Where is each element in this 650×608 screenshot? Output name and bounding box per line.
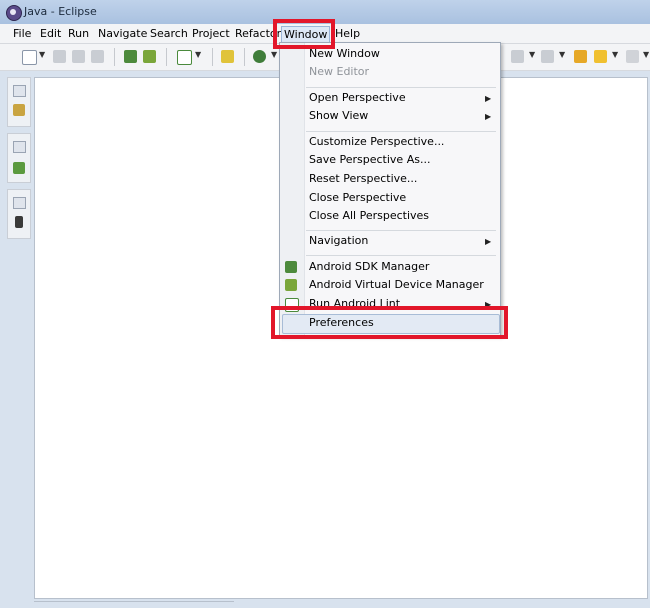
menu-separator — [306, 255, 496, 256]
menu-item-navigation[interactable]: Navigation — [309, 233, 368, 249]
submenu-arrow-icon: ▶ — [485, 112, 492, 121]
toolbar-separator — [114, 48, 115, 66]
menu-edit[interactable]: Edit — [38, 26, 63, 41]
toolbar-separator — [244, 48, 245, 66]
avd-manager-icon — [285, 279, 297, 291]
restore-icon[interactable] — [13, 197, 26, 209]
trim-stack-explorer — [7, 77, 31, 127]
lint-check-icon[interactable] — [177, 50, 192, 65]
new-icon[interactable] — [22, 50, 37, 65]
avd-manager-icon[interactable] — [143, 50, 156, 63]
menu-item-open-perspective[interactable]: Open Perspective — [309, 90, 406, 106]
chevron-down-icon[interactable]: ▼ — [529, 50, 535, 59]
chevron-down-icon[interactable]: ▼ — [559, 50, 565, 59]
annotation-preferences — [271, 306, 508, 339]
eclipse-icon — [6, 5, 22, 21]
restore-icon[interactable] — [13, 141, 26, 153]
menu-navigate[interactable]: Navigate — [96, 26, 149, 41]
chevron-down-icon[interactable]: ▼ — [39, 50, 45, 59]
menu-separator — [306, 87, 496, 88]
menu-project[interactable]: Project — [190, 26, 232, 41]
toolbar-separator — [166, 48, 167, 66]
trim-stack-outline — [7, 133, 31, 183]
bottom-panel — [34, 601, 234, 608]
menu-separator — [306, 230, 496, 231]
menu-item-reset-perspective[interactable]: Reset Perspective... — [309, 171, 417, 187]
menu-item-show-view[interactable]: Show View — [309, 108, 368, 124]
menu-item-android-avd-manager[interactable]: Android Virtual Device Manager — [309, 277, 484, 293]
menu-gutter — [280, 43, 305, 335]
menu-item-new-editor: New Editor — [309, 65, 370, 78]
menu-file[interactable]: File — [11, 26, 33, 41]
annotation-window-menu — [273, 19, 335, 49]
device-icon[interactable] — [15, 216, 23, 228]
window-title: Java - Eclipse — [24, 5, 97, 18]
prev-annotation-icon[interactable] — [541, 50, 554, 63]
save-icon[interactable] — [53, 50, 66, 63]
package-explorer-icon[interactable] — [13, 104, 25, 116]
forward-arrow-icon[interactable] — [626, 50, 639, 63]
menu-item-customize-perspective[interactable]: Customize Perspective... — [309, 134, 444, 150]
submenu-arrow-icon: ▶ — [485, 94, 492, 103]
last-edit-icon[interactable] — [574, 50, 587, 63]
menu-item-close-perspective[interactable]: Close Perspective — [309, 190, 406, 206]
restore-icon[interactable] — [13, 85, 26, 97]
menu-item-save-perspective-as[interactable]: Save Perspective As... — [309, 152, 430, 168]
print-icon[interactable] — [91, 50, 104, 63]
save-all-icon[interactable] — [72, 50, 85, 63]
menu-search[interactable]: Search — [148, 26, 190, 41]
sdk-manager-icon — [285, 261, 297, 273]
sdk-manager-icon[interactable] — [124, 50, 137, 63]
chevron-down-icon[interactable]: ▼ — [271, 50, 277, 59]
window-menu-dropdown: New Window New Editor Open Perspective ▶… — [279, 42, 501, 336]
chevron-down-icon[interactable]: ▼ — [612, 50, 618, 59]
chevron-down-icon[interactable]: ▼ — [195, 50, 201, 59]
menu-item-close-all-perspectives[interactable]: Close All Perspectives — [309, 208, 429, 224]
submenu-arrow-icon: ▶ — [485, 237, 492, 246]
next-annotation-icon[interactable] — [511, 50, 524, 63]
menu-separator — [306, 131, 496, 132]
chevron-down-icon[interactable]: ▼ — [643, 50, 649, 59]
toolbar-separator — [212, 48, 213, 66]
outline-icon[interactable] — [13, 162, 25, 174]
menu-item-android-sdk-manager[interactable]: Android SDK Manager — [309, 259, 429, 275]
menu-help[interactable]: Help — [333, 26, 362, 41]
back-arrow-icon[interactable] — [594, 50, 607, 63]
new-java-icon[interactable] — [221, 50, 234, 63]
debug-icon[interactable] — [253, 50, 266, 63]
trim-stack-device — [7, 189, 31, 239]
menu-run[interactable]: Run — [66, 26, 91, 41]
